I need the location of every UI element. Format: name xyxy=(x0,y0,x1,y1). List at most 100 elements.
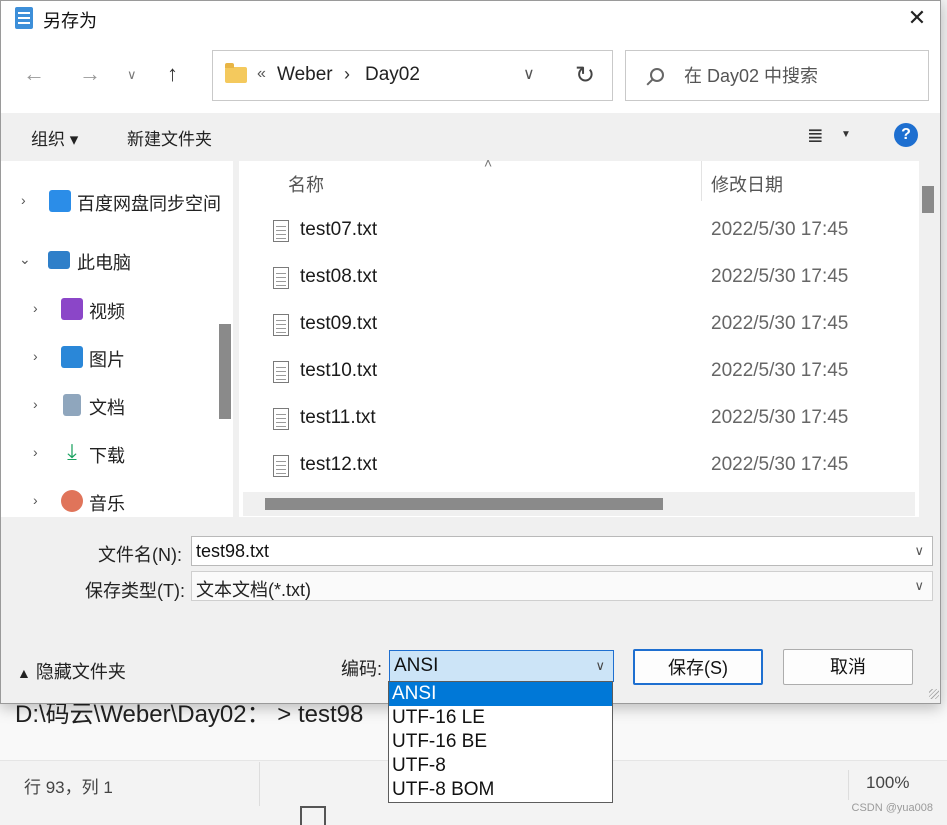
breadcrumb-overflow-icon[interactable]: « xyxy=(257,65,266,83)
sidebar-item-label: 下载 xyxy=(89,446,125,466)
breadcrumb-item-day02[interactable]: Day02 xyxy=(365,64,420,86)
sidebar-item-baidu-netdisk[interactable]: › 百度网盘同步空间 xyxy=(1,186,233,218)
encoding-option-utf16-le[interactable]: UTF-16 LE xyxy=(389,706,612,730)
hide-folders-label: 隐藏文件夹 xyxy=(35,662,126,682)
file-row[interactable]: test11.txt 2022/5/30 17:45 xyxy=(239,396,919,443)
file-row[interactable]: test12.txt 2022/5/30 17:45 xyxy=(239,443,919,490)
text-file-icon xyxy=(273,220,289,242)
encoding-option-utf16-be[interactable]: UTF-16 BE xyxy=(389,730,612,754)
navigation-bar: ← → ∨ ↑ « Weber › Day02 ∨ ↻ xyxy=(1,37,940,113)
baidu-netdisk-icon xyxy=(49,190,71,212)
file-modified: 2022/5/30 17:45 xyxy=(711,360,849,381)
forward-arrow-icon[interactable]: → xyxy=(79,61,101,87)
sort-ascending-icon: ˄ xyxy=(484,155,493,171)
column-header-modified[interactable]: 修改日期 xyxy=(711,171,783,197)
resize-grip-icon[interactable] xyxy=(929,689,939,699)
file-row[interactable]: test10.txt 2022/5/30 17:45 xyxy=(239,349,919,396)
search-input[interactable] xyxy=(684,61,920,91)
sidebar-item-music[interactable]: › 音乐 xyxy=(1,486,233,517)
text-file-icon xyxy=(273,361,289,383)
column-header-name[interactable]: 名称 xyxy=(288,171,324,197)
file-modified: 2022/5/30 17:45 xyxy=(711,266,849,287)
horizontal-scrollbar-thumb[interactable] xyxy=(265,498,663,510)
file-name: test10.txt xyxy=(300,360,378,381)
filetype-value: 文本文档(*.txt) xyxy=(196,580,311,600)
folder-icon xyxy=(225,63,247,83)
encoding-value: ANSI xyxy=(394,655,439,676)
file-name: test08.txt xyxy=(300,266,378,287)
hide-folders-toggle[interactable]: ▲ 隐藏文件夹 xyxy=(17,658,126,684)
chevron-right-icon[interactable]: › xyxy=(33,444,38,460)
status-cursor-position: 行 93，列 1 xyxy=(24,778,113,797)
chevron-right-icon[interactable]: › xyxy=(33,348,38,364)
refresh-icon[interactable]: ↻ xyxy=(575,61,595,90)
computer-icon xyxy=(48,251,70,269)
dialog-titlebar[interactable]: 另存为 ✕ xyxy=(1,1,940,37)
download-icon: ⤓ xyxy=(67,439,77,464)
file-row[interactable]: test08.txt 2022/5/30 17:45 xyxy=(239,255,919,302)
command-bar: 组织 ▾ 新建文件夹 ≣ ▼ ? xyxy=(1,113,940,161)
chevron-right-icon[interactable]: › xyxy=(33,492,38,508)
encoding-dropdown-list: ANSI UTF-16 LE UTF-16 BE UTF-8 UTF-8 BOM xyxy=(388,681,613,803)
search-box[interactable] xyxy=(625,50,929,101)
sidebar-item-videos[interactable]: › 视频 xyxy=(1,294,233,326)
picture-icon xyxy=(61,346,83,368)
encoding-option-utf8-bom[interactable]: UTF-8 BOM xyxy=(389,778,612,802)
encoding-select[interactable]: ANSI ∨ xyxy=(389,650,614,682)
filename-input[interactable] xyxy=(196,539,896,563)
recent-locations-chevron-icon[interactable]: ∨ xyxy=(127,67,137,83)
encoding-option-utf8[interactable]: UTF-8 xyxy=(389,754,612,778)
chevron-down-icon[interactable]: ∨ xyxy=(523,64,535,84)
breadcrumb-separator-icon[interactable]: › xyxy=(344,64,350,85)
video-icon xyxy=(61,298,83,320)
chevron-right-icon[interactable]: › xyxy=(33,300,38,316)
save-button[interactable]: 保存(S) xyxy=(633,649,763,685)
close-button[interactable]: ✕ xyxy=(894,1,940,37)
file-row[interactable]: test07.txt 2022/5/30 17:45 xyxy=(239,208,919,255)
chevron-right-icon[interactable]: › xyxy=(33,396,38,412)
encoding-option-ansi[interactable]: ANSI xyxy=(389,682,612,706)
column-divider[interactable] xyxy=(701,161,702,201)
chevron-down-icon[interactable]: ∨ xyxy=(914,578,924,594)
status-divider xyxy=(848,770,849,800)
view-options-icon[interactable]: ≣ xyxy=(807,123,824,148)
text-file-icon xyxy=(273,314,289,336)
file-modified: 2022/5/30 17:45 xyxy=(711,454,849,475)
file-name: test12.txt xyxy=(300,454,378,475)
watermark: CSDN @yua008 xyxy=(851,802,933,814)
status-zoom-level: 100% xyxy=(866,773,910,792)
breadcrumb-item-weber[interactable]: Weber xyxy=(277,64,333,86)
sidebar-item-downloads[interactable]: › ⤓ 下载 xyxy=(1,438,233,470)
cancel-button[interactable]: 取消 xyxy=(783,649,913,685)
search-icon xyxy=(650,68,664,82)
back-arrow-icon[interactable]: ← xyxy=(23,61,45,87)
taskbar-app-icon[interactable] xyxy=(300,806,326,825)
view-caret-icon[interactable]: ▼ xyxy=(841,129,851,140)
file-list-vertical-scrollbar[interactable] xyxy=(922,186,934,213)
chevron-right-icon[interactable]: › xyxy=(21,192,26,208)
notepad-icon xyxy=(15,7,33,29)
chevron-down-icon[interactable]: ⌄ xyxy=(19,251,31,268)
filetype-select[interactable]: 文本文档(*.txt) ∨ xyxy=(191,571,933,601)
navigation-scrollbar[interactable] xyxy=(219,324,231,419)
chevron-down-icon[interactable]: ∨ xyxy=(914,543,924,559)
address-bar[interactable]: « Weber › Day02 ∨ ↻ xyxy=(212,50,613,101)
sidebar-item-label: 音乐 xyxy=(89,494,125,514)
file-name: test11.txt xyxy=(300,407,376,428)
new-folder-button[interactable]: 新建文件夹 xyxy=(127,125,212,150)
help-icon[interactable]: ? xyxy=(894,123,918,147)
organize-button[interactable]: 组织 ▾ xyxy=(31,125,78,150)
filename-combobox[interactable]: ∨ xyxy=(191,536,933,566)
sidebar-item-label: 此电脑 xyxy=(77,253,131,273)
document-icon xyxy=(63,394,81,416)
file-name: test09.txt xyxy=(300,313,378,334)
sidebar-item-pictures[interactable]: › 图片 xyxy=(1,342,233,374)
file-modified: 2022/5/30 17:45 xyxy=(711,407,849,428)
sidebar-item-label: 文档 xyxy=(89,398,125,418)
chevron-down-icon[interactable]: ∨ xyxy=(595,658,605,674)
text-file-icon xyxy=(273,267,289,289)
sidebar-item-documents[interactable]: › 文档 xyxy=(1,390,233,422)
up-arrow-icon[interactable]: ↑ xyxy=(167,61,178,87)
file-row[interactable]: test09.txt 2022/5/30 17:45 xyxy=(239,302,919,349)
sidebar-item-this-pc[interactable]: ⌄ 此电脑 xyxy=(1,245,233,277)
